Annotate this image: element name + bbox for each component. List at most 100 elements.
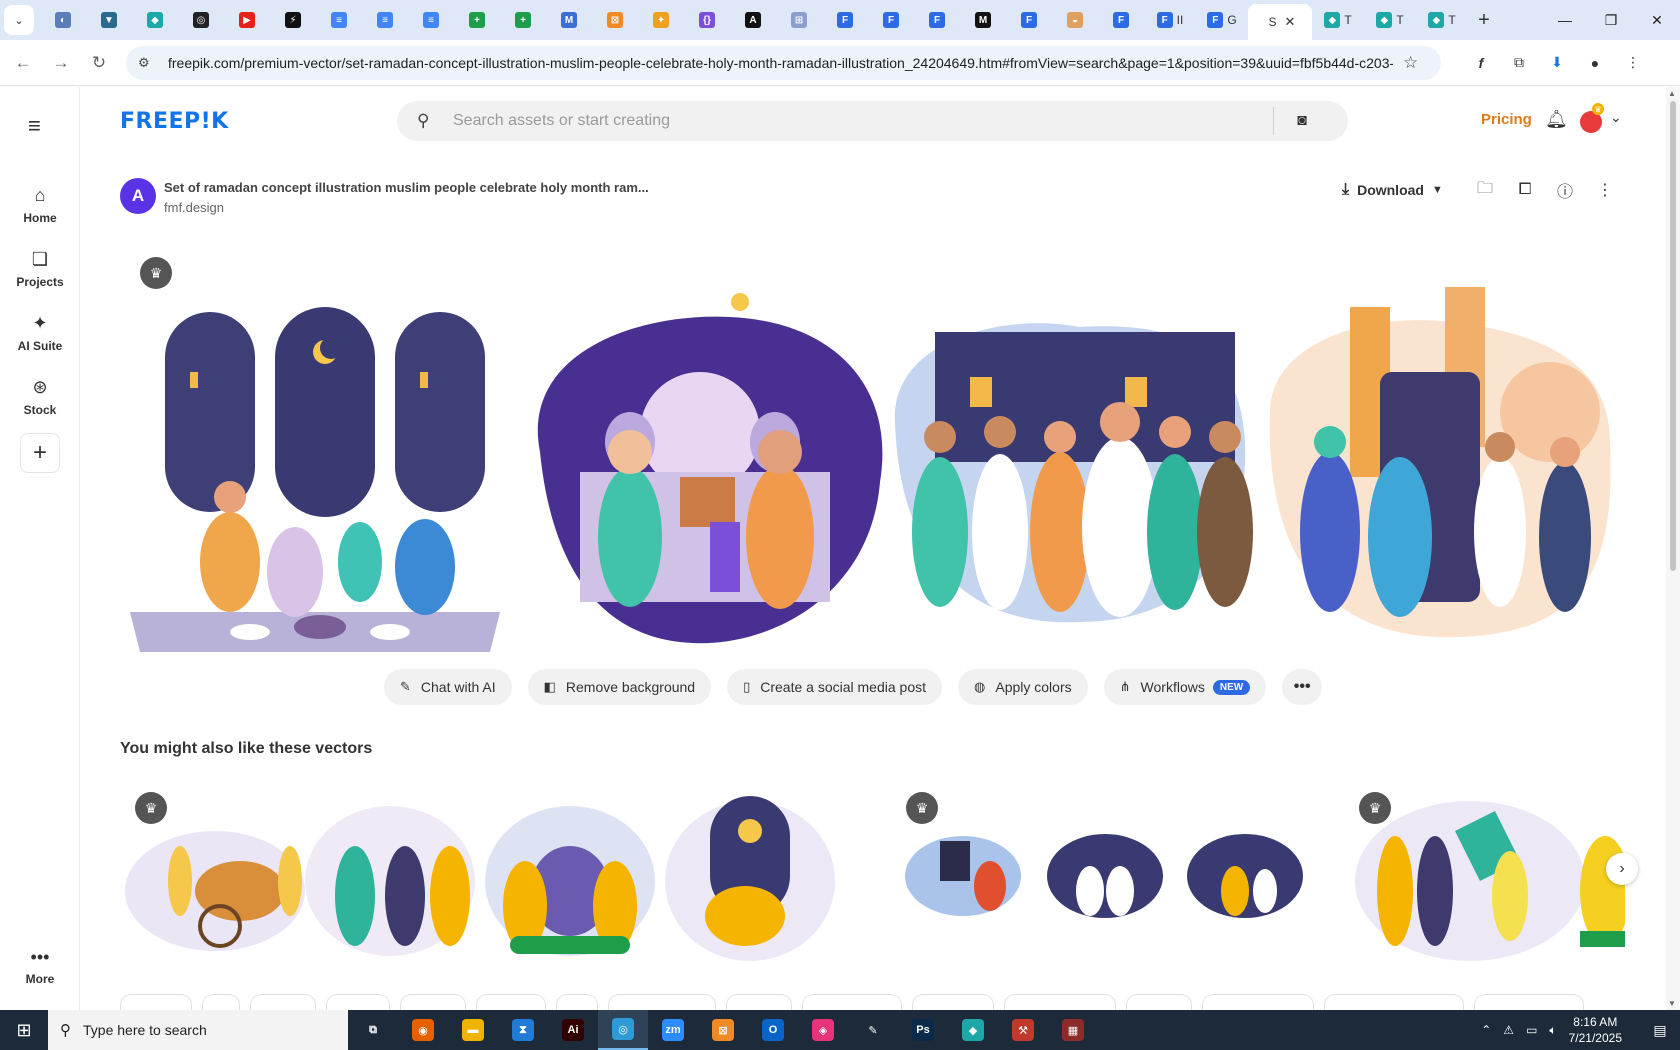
browser-tab[interactable]: ◒: [1052, 4, 1098, 36]
browser-tab[interactable]: M: [546, 4, 592, 36]
url-text[interactable]: freepik.com/premium-vector/set-ramadan-c…: [168, 55, 1393, 71]
related-item[interactable]: [1350, 781, 1630, 961]
browser-tab[interactable]: +: [454, 4, 500, 36]
tag-chip[interactable]: [1474, 994, 1584, 1010]
pricing-link[interactable]: Pricing: [1481, 111, 1532, 128]
browser-tab[interactable]: M: [960, 4, 1006, 36]
browser-tab[interactable]: ▶: [224, 4, 270, 36]
carousel-next-button[interactable]: ›: [1606, 853, 1638, 885]
network-alert-icon[interactable]: ⚠: [1503, 1023, 1514, 1037]
tool-remove-background-button[interactable]: ◧ Remove background: [527, 669, 712, 705]
taskbar-app[interactable]: ⊠: [698, 1010, 748, 1050]
profile-avatar[interactable]: ●: [1579, 48, 1611, 78]
bell-icon[interactable]: 🔔︎: [1545, 109, 1568, 130]
browser-tab[interactable]: ≡: [316, 4, 362, 36]
network-icon[interactable]: ▭: [1526, 1023, 1537, 1037]
show-hidden-icons-icon[interactable]: ⌃: [1481, 1023, 1491, 1037]
browser-tab[interactable]: ◆: [132, 4, 178, 36]
taskbar-app[interactable]: O: [748, 1010, 798, 1050]
browser-tab[interactable]: ◆ T: [1416, 4, 1468, 36]
tag-chip[interactable]: [802, 994, 902, 1010]
edit-image-icon[interactable]: ⧠: [1512, 177, 1538, 203]
volume-icon[interactable]: 🔈︎: [1549, 1023, 1556, 1038]
forward-button[interactable]: →: [46, 48, 76, 78]
tag-chip[interactable]: [726, 994, 792, 1010]
sidebar-item-more[interactable]: ••• More: [0, 947, 80, 986]
browser-tab[interactable]: ◎: [178, 4, 224, 36]
tool-create-a-social-media-post-button[interactable]: ▯ Create a social media post: [727, 669, 943, 705]
browser-tab[interactable]: F: [1098, 4, 1144, 36]
tool-apply-colors-button[interactable]: ◍ Apply colors: [958, 669, 1088, 705]
browser-tab[interactable]: ◐: [40, 4, 86, 36]
extensions-puzzle-icon[interactable]: ⧉: [1503, 48, 1535, 78]
browser-tab[interactable]: ◆ T: [1312, 4, 1364, 36]
taskbar-app[interactable]: ◉: [398, 1010, 448, 1050]
more-options-icon[interactable]: ⋮: [1592, 177, 1618, 203]
bookmark-star-icon[interactable]: ☆: [1403, 53, 1418, 73]
extension-font-icon[interactable]: f: [1465, 48, 1497, 78]
tag-chip[interactable]: [120, 994, 192, 1010]
taskbar-app[interactable]: ⧗: [498, 1010, 548, 1050]
related-item[interactable]: [120, 781, 880, 961]
taskbar-clock[interactable]: 8:16 AM 7/21/2025: [1569, 1014, 1622, 1046]
restore-button[interactable]: ❐: [1588, 0, 1634, 40]
address-bar[interactable]: ⚙ freepik.com/premium-vector/set-ramadan…: [126, 45, 1441, 80]
info-icon[interactable]: ⓘ: [1552, 177, 1578, 203]
reload-button[interactable]: ↻: [84, 48, 114, 78]
browser-tab[interactable]: +: [500, 4, 546, 36]
taskbar-search-box[interactable]: ⚲ Type here to search: [48, 1010, 348, 1050]
browser-tab[interactable]: F II: [1144, 4, 1196, 36]
add-to-collection-icon[interactable]: 🗀︎: [1472, 177, 1498, 203]
taskbar-app[interactable]: zm: [648, 1010, 698, 1050]
vertical-scrollbar[interactable]: ▲ ▼: [1666, 87, 1680, 1010]
browser-tab[interactable]: ⊞: [776, 4, 822, 36]
sidebar-item-stock[interactable]: ⊛ Stock: [0, 377, 80, 417]
tool-workflows-button[interactable]: ⋔ Workflows NEW: [1103, 669, 1267, 705]
more-tools-button[interactable]: •••: [1282, 669, 1323, 705]
browser-tab[interactable]: {}: [684, 4, 730, 36]
back-button[interactable]: ←: [8, 48, 38, 78]
browser-tab[interactable]: F: [822, 4, 868, 36]
asset-preview-image[interactable]: [120, 272, 1620, 672]
tag-chip[interactable]: [400, 994, 466, 1010]
browser-tab[interactable]: ▼: [86, 4, 132, 36]
taskbar-app[interactable]: ▦: [1048, 1010, 1098, 1050]
hamburger-menu-icon[interactable]: ≡: [28, 113, 41, 139]
minimize-button[interactable]: —: [1542, 0, 1588, 40]
taskbar-app[interactable]: ✎: [848, 1010, 898, 1050]
taskbar-app[interactable]: Ai: [548, 1010, 598, 1050]
browser-tab[interactable]: ≡: [362, 4, 408, 36]
chevron-down-icon[interactable]: ⌄: [1610, 109, 1622, 126]
tag-chip[interactable]: [912, 994, 994, 1010]
tab-active[interactable]: S ✕: [1248, 4, 1312, 40]
download-button[interactable]: ⤓ Download ▼: [1342, 176, 1443, 204]
site-info-icon[interactable]: ⚙: [138, 55, 158, 71]
scroll-up-arrow[interactable]: ▲: [1668, 89, 1676, 98]
browser-menu-icon[interactable]: ⋮: [1617, 48, 1649, 78]
tag-chip[interactable]: [1324, 994, 1464, 1010]
author-avatar[interactable]: A: [120, 178, 156, 214]
tool-chat-with-ai-button[interactable]: ✎ Chat with AI: [384, 669, 512, 705]
tag-chip[interactable]: [326, 994, 390, 1010]
taskbar-app[interactable]: ▬: [448, 1010, 498, 1050]
taskbar-app[interactable]: ◎: [598, 1010, 648, 1050]
scroll-down-arrow[interactable]: ▼: [1668, 999, 1676, 1008]
taskbar-app[interactable]: ⚒: [998, 1010, 1048, 1050]
camera-search-icon[interactable]: ◙: [1274, 112, 1330, 130]
tag-chip[interactable]: [608, 994, 716, 1010]
scrollbar-thumb[interactable]: [1670, 101, 1676, 571]
new-tab-button[interactable]: +: [1468, 4, 1500, 36]
browser-tab[interactable]: ≡: [408, 4, 454, 36]
tag-chip[interactable]: [476, 994, 546, 1010]
search-input[interactable]: [453, 112, 1273, 130]
tag-chip[interactable]: [250, 994, 316, 1010]
tag-chip[interactable]: [1202, 994, 1314, 1010]
browser-tab[interactable]: FG: [1196, 4, 1248, 36]
taskbar-app[interactable]: ◈: [798, 1010, 848, 1050]
downloads-icon[interactable]: ⬇: [1541, 48, 1573, 78]
sidebar-item-projects[interactable]: ❏ Projects: [0, 249, 80, 289]
browser-tab[interactable]: ⊠: [592, 4, 638, 36]
freepik-logo[interactable]: FREEP!K: [120, 109, 229, 134]
close-window-button[interactable]: ✕: [1634, 0, 1680, 40]
browser-tab[interactable]: ◆ T: [1364, 4, 1416, 36]
